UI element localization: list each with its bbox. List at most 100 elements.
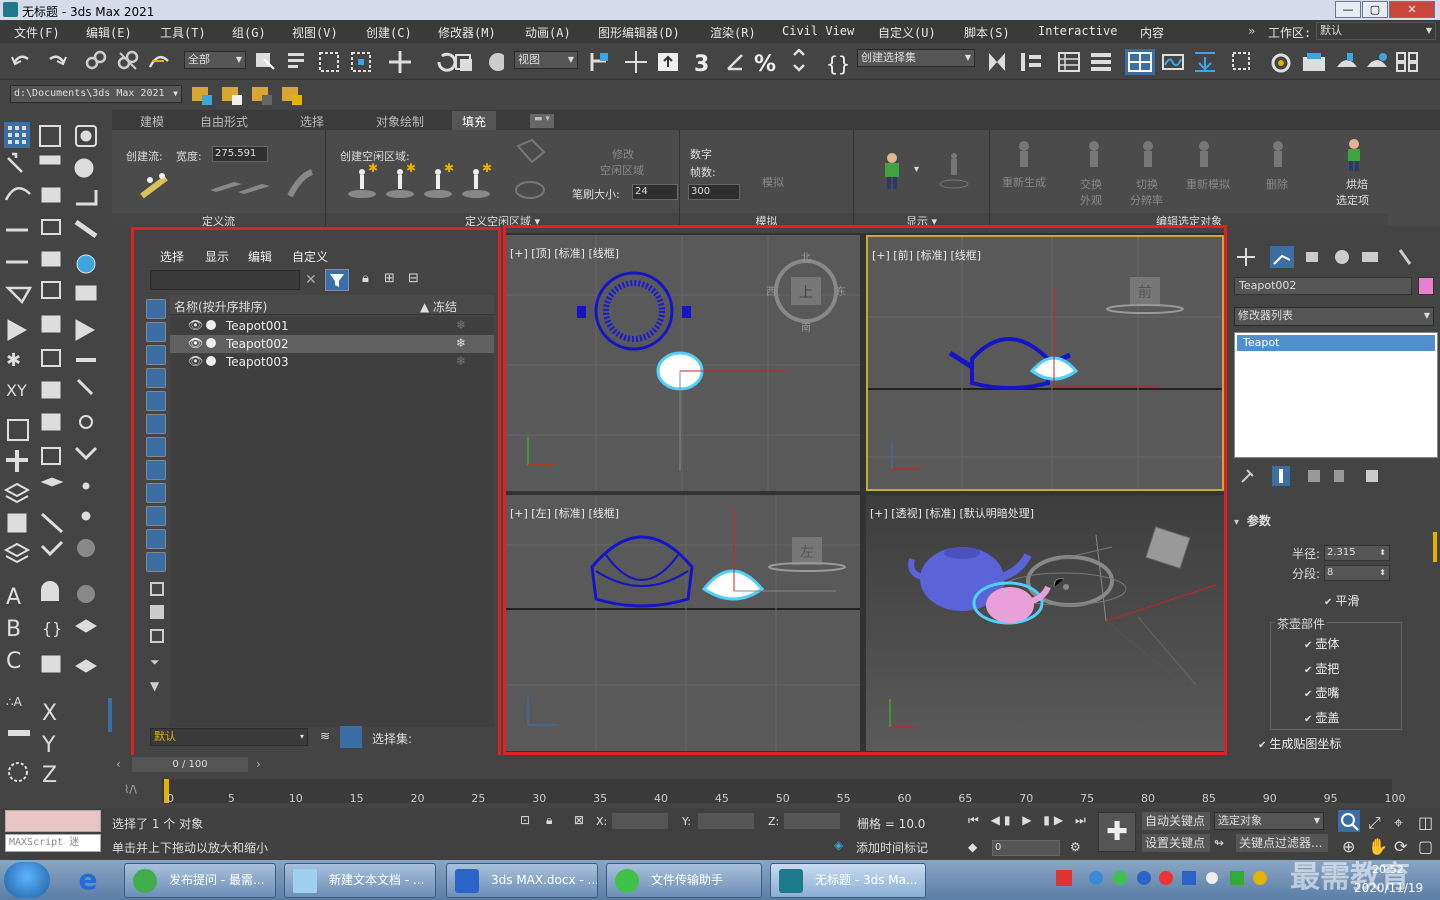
swap-appearance-label-2[interactable]: 外观: [1080, 192, 1102, 208]
object-color-swatch[interactable]: [1418, 277, 1434, 295]
swap-appearance-label-1[interactable]: 交换: [1080, 176, 1102, 192]
menu-animation[interactable]: 动画(A): [525, 24, 571, 41]
menu-modifiers[interactable]: 修改器(M): [438, 24, 496, 41]
menu-civil-view[interactable]: Civil View: [782, 24, 854, 38]
svg-text:B: B: [6, 617, 21, 642]
taskbar-item-3dsmax[interactable]: 无标题 - 3ds Ma...: [770, 863, 926, 898]
svg-text:▢: ▢: [1418, 837, 1433, 856]
menu-tools[interactable]: 工具(T): [160, 24, 206, 41]
bake-selected-label-2[interactable]: 选定项: [1336, 192, 1369, 208]
svg-text:▾: ▾: [914, 164, 919, 175]
modifier-list-dropdown[interactable]: 修改器列表 ▼: [1234, 307, 1434, 326]
frames-input[interactable]: 300: [688, 184, 740, 200]
expand-menu-icon[interactable]: »: [1248, 24, 1255, 38]
regenerate-button[interactable]: 重新生成: [1002, 174, 1046, 190]
tab-selection[interactable]: 选择: [300, 113, 324, 130]
part-spout-checkbox[interactable]: 壶嘴: [1304, 684, 1339, 701]
timeline-tick-label: 5: [227, 792, 235, 805]
switch-resolution-label-2[interactable]: 分辨率: [1130, 192, 1163, 208]
segments-input[interactable]: 8 ⬍: [1324, 565, 1390, 581]
ribbon-options-icon[interactable]: ▬ ▾: [530, 114, 554, 128]
reference-coordinate-dropdown[interactable]: 视图 ▼: [514, 51, 578, 69]
menu-edit[interactable]: 编辑(E): [86, 24, 132, 41]
menu-content[interactable]: 内容: [1140, 24, 1164, 41]
isolate-selection-icon[interactable]: ⊡: [520, 813, 530, 827]
clock-time[interactable]: 20:52: [1372, 863, 1404, 876]
object-name-field[interactable]: Teapot002: [1234, 277, 1412, 295]
part-lid-checkbox[interactable]: 壶盖: [1304, 709, 1339, 726]
taskbar-item-wechat[interactable]: 文件传输助手: [606, 863, 762, 898]
switch-resolution-label-1[interactable]: 切换: [1136, 176, 1158, 192]
menu-scripting[interactable]: 脚本(S): [964, 24, 1010, 41]
smooth-checkbox[interactable]: 平滑: [1324, 592, 1359, 609]
selection-filter-dropdown[interactable]: 全部 ▼: [184, 51, 246, 69]
project-path-dropdown[interactable]: d:\Documents\3ds Max 2021 ▼: [10, 85, 182, 103]
menu-group[interactable]: 组(G): [232, 24, 266, 41]
delete-button[interactable]: 删除: [1266, 176, 1288, 192]
current-frame-input[interactable]: 0: [992, 840, 1060, 856]
ie-icon[interactable]: e: [62, 864, 114, 896]
maxscript-listener-top[interactable]: [5, 810, 101, 832]
simulate-button[interactable]: 模拟: [762, 174, 784, 190]
panel-scrollbar[interactable]: [1433, 532, 1437, 562]
menu-view[interactable]: 视图(V): [292, 24, 338, 41]
menu-graph-editors[interactable]: 图形编辑器(D): [598, 24, 680, 41]
coord-y-input[interactable]: [698, 813, 754, 829]
clock-date[interactable]: 2020/11/19: [1354, 881, 1423, 895]
generate-mapping-checkbox[interactable]: 生成贴图坐标: [1258, 735, 1341, 752]
playback-controls[interactable]: ⏮ ◀▮ ▶ ▮▶ ⏭: [968, 813, 1090, 828]
tab-freeform[interactable]: 自由形式: [200, 113, 248, 130]
key-filters-button[interactable]: 关键点过滤器...: [1236, 834, 1328, 852]
time-prev-icon[interactable]: ‹: [116, 757, 121, 771]
tab-populate[interactable]: 填充: [452, 111, 497, 130]
time-tag-icon[interactable]: ◈: [834, 838, 843, 852]
timeline-tick-label: 60: [897, 792, 912, 805]
modifier-stack-item[interactable]: Teapot: [1237, 335, 1435, 351]
tab-object-paint[interactable]: 对象绘制: [376, 113, 424, 130]
close-button[interactable]: ✕: [1389, 1, 1435, 18]
set-key-button[interactable]: 设置关键点: [1142, 834, 1210, 852]
params-rollout-title: 参数: [1246, 514, 1271, 528]
set-key-plus-button[interactable]: ✚: [1098, 812, 1136, 852]
menu-rendering[interactable]: 渲染(R): [710, 24, 756, 41]
menu-customize[interactable]: 自定义(U): [878, 24, 936, 41]
transform-mode-icon[interactable]: ⊠: [574, 813, 584, 827]
radius-input[interactable]: 2.315 ⬍: [1324, 545, 1390, 561]
part-body-checkbox[interactable]: 壶体: [1304, 635, 1339, 652]
tab-modeling[interactable]: 建模: [140, 113, 164, 130]
coord-z-input[interactable]: [784, 813, 840, 829]
params-rollout-header[interactable]: ▾ 参数: [1234, 512, 1434, 528]
modifier-stack: Teapot: [1234, 332, 1438, 458]
idle-area-shapes-icon: [515, 138, 546, 199]
auto-key-button[interactable]: 自动关键点: [1142, 812, 1210, 830]
flow-width-input[interactable]: 275.591: [212, 146, 268, 162]
ribbon-panel: 创建流: 宽度: 275.591 定义流 创建空闲区域: ✱ ✱ ✱ ✱ 修改 …: [112, 130, 1440, 228]
menu-file[interactable]: 文件(F): [14, 24, 60, 41]
part-handle-checkbox[interactable]: 壶把: [1304, 660, 1339, 677]
bake-selected-label-1[interactable]: 烘焙: [1346, 176, 1368, 192]
minimize-button[interactable]: —: [1335, 1, 1361, 18]
ribbon-section-idle-areas: 创建空闲区域: ✱ ✱ ✱ ✱ 修改 空闲区域 笔刷大小: 24 定义空闲区域 …: [326, 130, 680, 228]
coord-x-input[interactable]: [612, 813, 668, 829]
named-selection-set-dropdown[interactable]: 创建选择集 ▼: [857, 49, 975, 67]
add-time-tag-button[interactable]: 添加时间标记: [856, 839, 928, 856]
start-button[interactable]: [4, 862, 50, 898]
workspace-dropdown[interactable]: 默认 ▼: [1316, 22, 1436, 40]
key-mode-icon[interactable]: ◆: [968, 840, 977, 854]
menu-interactive[interactable]: Interactive: [1038, 24, 1117, 38]
curve-editor-icon[interactable]: ⌇/\: [124, 783, 137, 796]
maximize-button[interactable]: ▢: [1362, 1, 1388, 18]
ribbon-section-simulate: 数字 帧数: 300 模拟 模拟: [680, 130, 854, 228]
brush-size-input[interactable]: 24: [632, 184, 678, 200]
key-selection-dropdown[interactable]: 选定对象 ▼: [1214, 812, 1324, 830]
ribbon-section-define-flows: 创建流: 宽度: 275.591 定义流: [112, 130, 326, 228]
maxscript-listener[interactable]: MAXScript 迷: [5, 834, 101, 852]
taskbar-item-browser[interactable]: 发布提问 - 最需...: [124, 863, 276, 898]
menu-create[interactable]: 创建(C): [366, 24, 412, 41]
taskbar-item-word[interactable]: 3ds MAX.docx - ...: [446, 863, 598, 898]
taskbar-item-notepad[interactable]: 新建文本文档 - ...: [284, 863, 436, 898]
key-filter-icon[interactable]: ↬: [1214, 836, 1224, 850]
resimulate-button[interactable]: 重新模拟: [1186, 176, 1230, 192]
selection-lock-icon[interactable]: 🔒︎: [546, 813, 552, 828]
time-config-icon[interactable]: ⚙: [1070, 840, 1081, 854]
